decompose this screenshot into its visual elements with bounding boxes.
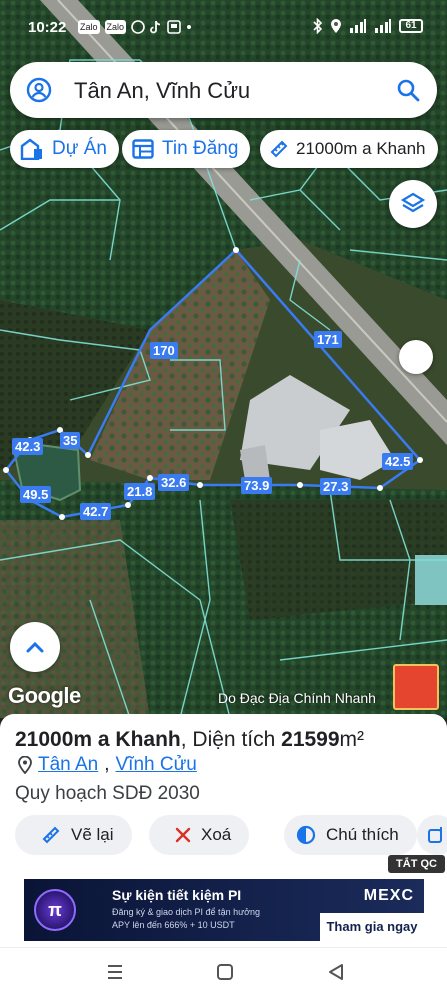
dot-icon <box>187 25 192 29</box>
tiktok-icon <box>150 20 161 34</box>
edge-length-label: 42.3 <box>12 438 44 455</box>
ward-link[interactable]: Tân An <box>38 754 98 776</box>
back-icon[interactable] <box>327 962 345 982</box>
hide-ad-button[interactable]: TẮT QC <box>388 855 445 873</box>
chip-measure[interactable]: 21000m a Khanh <box>260 130 438 168</box>
chip-du-an[interactable]: Dự Án <box>10 130 119 168</box>
area-value: 21599 <box>281 728 340 751</box>
search-input[interactable]: Tân An, Vĩnh Cửu <box>74 78 250 104</box>
legend-label: Chú thích <box>326 825 399 844</box>
chip-label: Dự Án <box>52 138 107 159</box>
edge-length-label: 42.5 <box>382 453 414 470</box>
ad-headline: Sự kiện tiết kiệm PI <box>112 887 242 903</box>
district-link[interactable]: Vĩnh Cửu <box>116 754 197 776</box>
google-logo: Google <box>8 683 81 708</box>
notification-icons: Zalo Zalo <box>78 20 192 34</box>
redraw-button[interactable]: Vẽ lại <box>15 815 132 855</box>
edge-length-label: 42.7 <box>80 503 112 520</box>
expand-sheet-button[interactable] <box>10 622 60 672</box>
legend-button[interactable]: Chú thích <box>284 815 417 855</box>
planning-label: Quy hoạch SDĐ 2030 <box>15 783 200 804</box>
edge-length-label: 49.5 <box>20 486 52 503</box>
battery-icon: 61 <box>399 19 423 33</box>
edge-length-label: 170 <box>150 342 178 359</box>
edge-length-label: 21.8 <box>124 483 156 500</box>
signal-icon <box>350 19 366 33</box>
map-view[interactable]: 170 171 35 42.3 49.5 42.7 21.8 32.6 73.9… <box>0 0 447 718</box>
ruler-icon <box>270 140 288 158</box>
place-name: 21000m a Khanh <box>15 728 181 751</box>
status-bar: 10:22 Zalo Zalo 61 <box>0 0 447 56</box>
ad-cta-button[interactable]: Tham gia ngay <box>320 913 424 941</box>
edge-length-label: 73.9 <box>241 477 273 494</box>
system-indicators: 61 <box>313 18 423 34</box>
building-icon <box>20 138 42 160</box>
bluetooth-icon <box>313 18 323 34</box>
zalo-icon: Zalo <box>78 20 100 34</box>
app-icon <box>167 20 181 34</box>
location-row: Tân An, Vĩnh Cửu <box>18 754 197 776</box>
location-icon <box>331 19 341 33</box>
ad-line-1: Đăng ký & giao dịch PI để tận hưởng <box>112 907 261 917</box>
chip-label: Tin Đăng <box>162 138 239 159</box>
clock: 10:22 <box>28 19 67 36</box>
area-label: Diện tích <box>192 728 276 751</box>
search-bar[interactable]: Tân An, Vĩnh Cửu <box>10 62 437 118</box>
promo-thumbnail[interactable] <box>393 664 439 710</box>
add-photo-icon <box>428 827 442 843</box>
home-icon[interactable] <box>216 962 234 982</box>
redraw-icon <box>42 826 60 844</box>
ad-brand: MEXC <box>363 887 414 904</box>
delete-button[interactable]: Xoá <box>149 815 250 855</box>
edge-length-label: 35 <box>60 432 81 449</box>
layers-button[interactable] <box>389 180 437 228</box>
chip-label: 21000m a Khanh <box>296 139 426 158</box>
more-action-button[interactable] <box>417 815 447 855</box>
listing-icon <box>132 139 154 159</box>
map-watermark: Do Đạc Địa Chính Nhanh <box>218 690 376 706</box>
legend-icon <box>296 825 316 845</box>
pin-icon <box>18 756 32 774</box>
area-unit: m² <box>339 728 365 751</box>
redraw-label: Vẽ lại <box>71 825 114 844</box>
system-navigation-bar <box>0 947 447 1000</box>
close-icon <box>175 827 191 843</box>
signal-icon <box>375 19 391 33</box>
chevron-up-icon <box>26 641 44 653</box>
edge-length-label: 171 <box>314 331 342 348</box>
place-title: 21000m a Khanh, Diện tích 21599m² <box>15 728 365 751</box>
pi-coin-icon: π <box>34 889 76 931</box>
recents-icon[interactable] <box>106 962 124 982</box>
ad-line-2: APY lên đến 666% + 10 USDT <box>112 920 235 930</box>
account-icon[interactable] <box>26 77 52 103</box>
edge-length-label: 32.6 <box>158 474 190 491</box>
messenger-icon <box>131 20 145 34</box>
chip-tin-dang[interactable]: Tin Đăng <box>122 130 251 168</box>
search-icon[interactable] <box>395 77 421 103</box>
zalo-icon: Zalo <box>104 20 127 34</box>
drag-handle[interactable] <box>399 340 433 374</box>
layers-icon <box>400 192 426 213</box>
delete-label: Xoá <box>201 825 232 844</box>
edge-length-label: 27.3 <box>320 478 352 495</box>
ad-banner[interactable]: π Sự kiện tiết kiệm PI Đăng ký & giao dị… <box>24 879 424 941</box>
